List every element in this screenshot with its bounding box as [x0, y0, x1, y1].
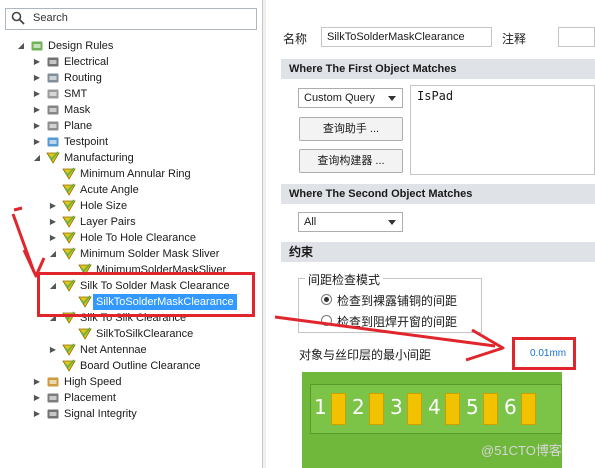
annotation-arrows [11, 206, 505, 362]
arrow-to-tree [11, 206, 46, 278]
arrow-to-value [274, 315, 505, 362]
